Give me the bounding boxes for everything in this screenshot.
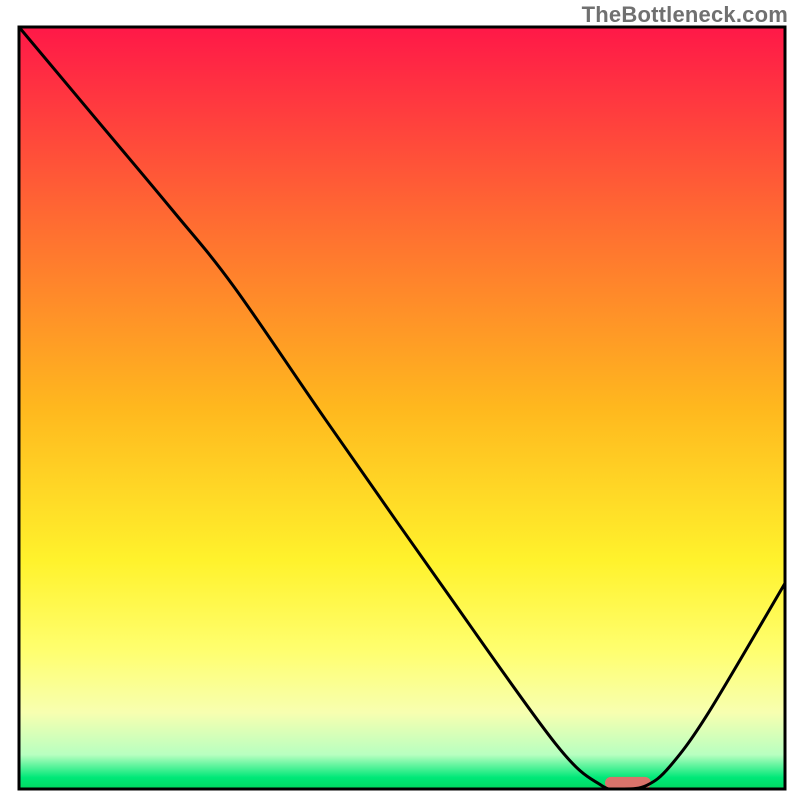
plot-svg — [0, 0, 800, 800]
gradient-background — [19, 27, 785, 789]
watermark-text: TheBottleneck.com — [582, 2, 788, 28]
bottleneck-chart: TheBottleneck.com — [0, 0, 800, 800]
